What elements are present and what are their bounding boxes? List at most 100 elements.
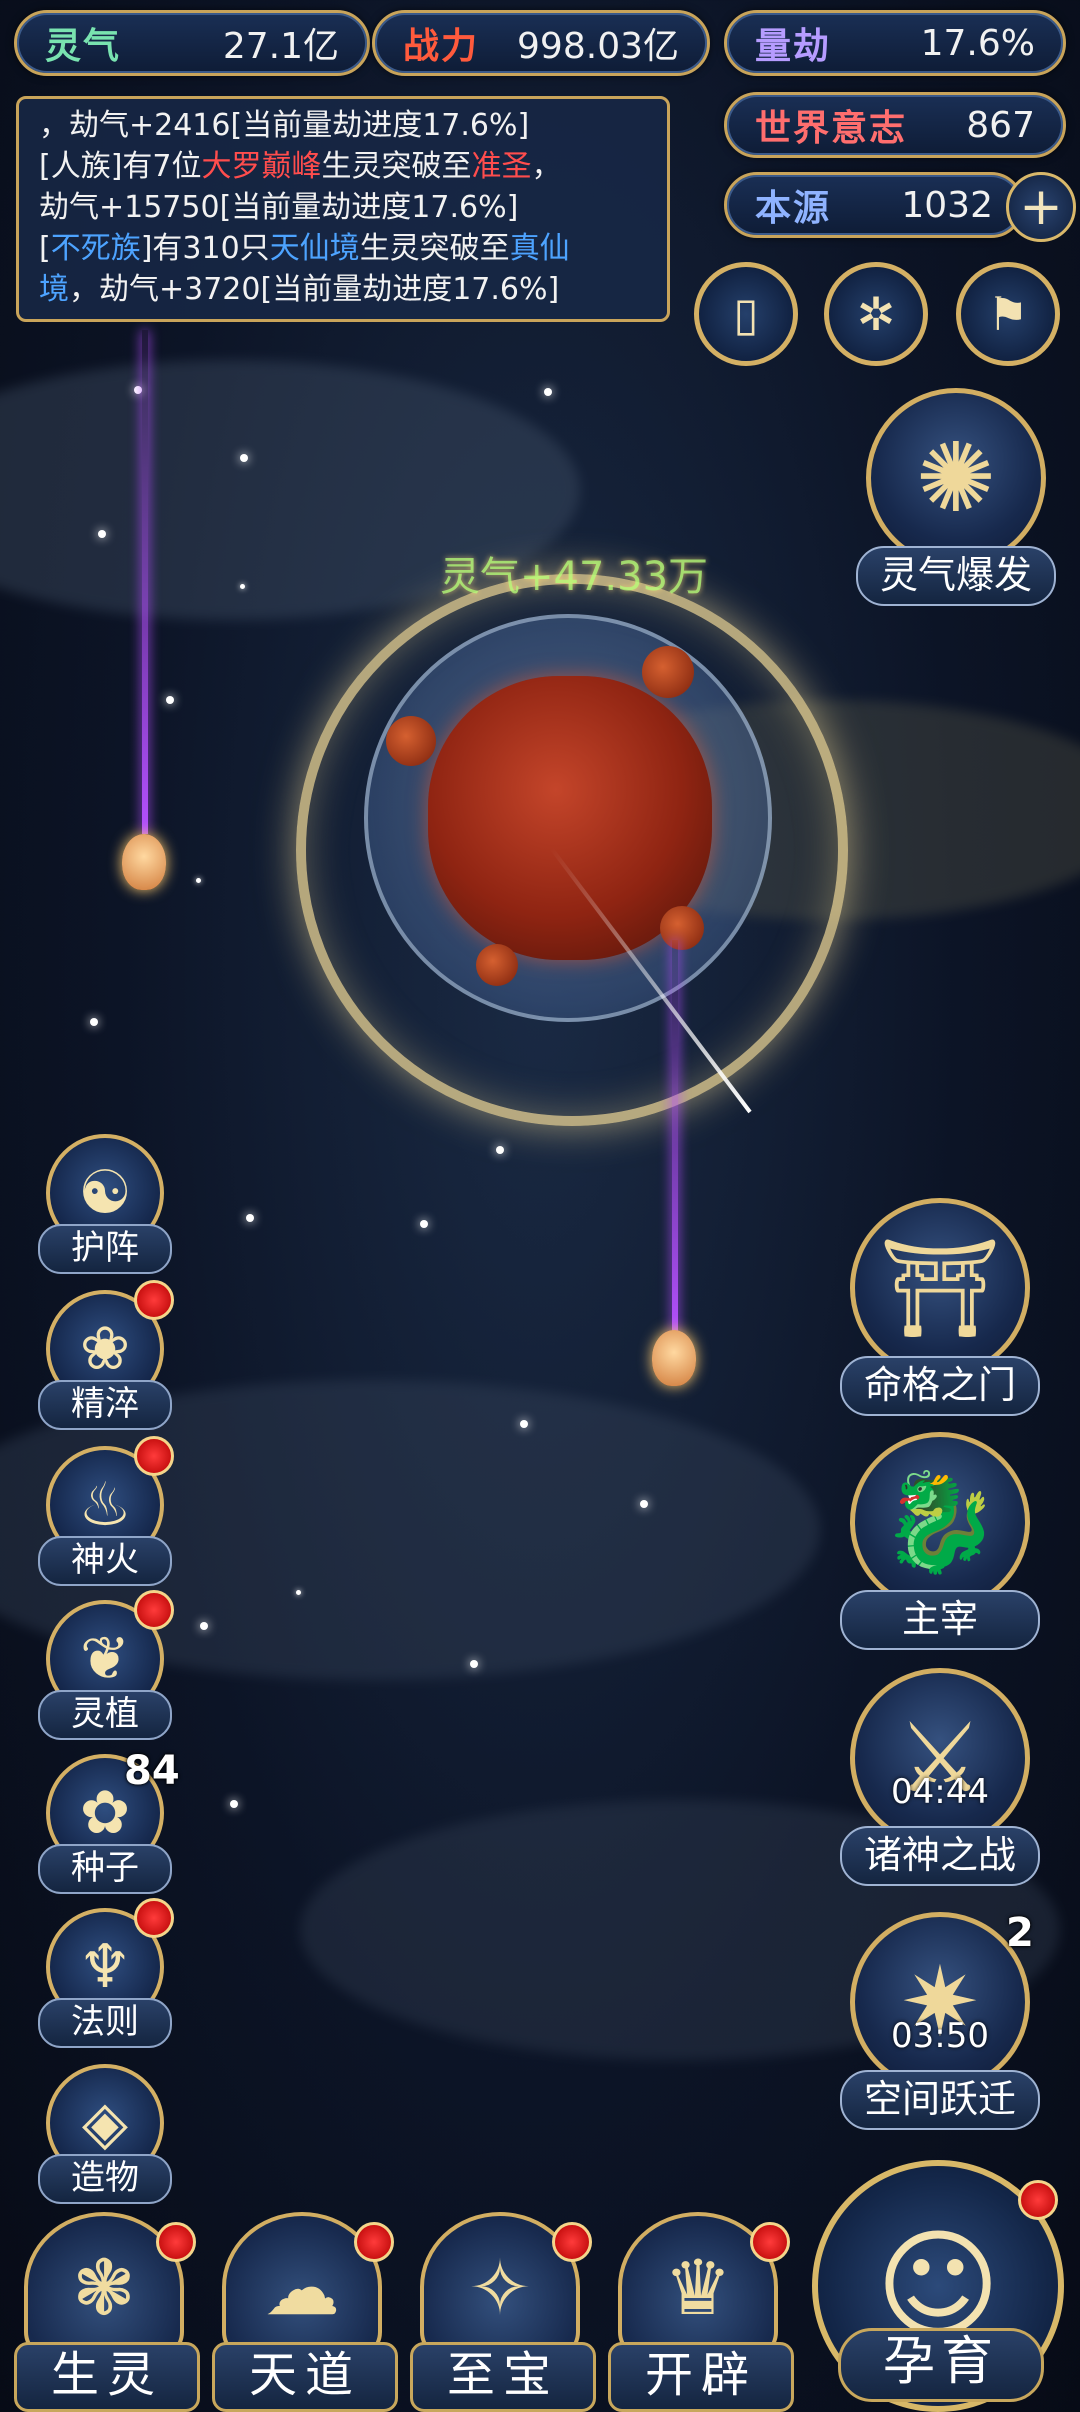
seed-count-badge: 84: [124, 1748, 180, 1794]
stat-shijie-value: 867: [966, 104, 1035, 146]
stat-liangjie-label: 量劫: [755, 25, 832, 67]
open-label: 开辟: [608, 2342, 794, 2412]
seed-button[interactable]: ✿ 种子 84: [38, 1748, 180, 1894]
star: [246, 1214, 254, 1222]
sword-icon: ⚔: [850, 1668, 1030, 1848]
star: [240, 454, 248, 462]
add-benyuan-button[interactable]: +: [1006, 172, 1076, 242]
heaven-dao-button[interactable]: ☁ 天道: [212, 2212, 398, 2412]
space-jump-count: 2: [1006, 1910, 1034, 1956]
treasure-label: 至宝: [410, 2342, 596, 2412]
gods-war-label: 诸神之战: [840, 1826, 1040, 1886]
notification-dot: [134, 1280, 174, 1320]
refine-button[interactable]: ❀ 精淬: [38, 1280, 174, 1430]
ruler-label: 主宰: [840, 1590, 1040, 1650]
seed-label: 种子: [38, 1844, 172, 1894]
log-text-blue: 天仙境: [269, 231, 360, 266]
stat-benyuan[interactable]: 本源 1032: [724, 172, 1024, 238]
log-line: 劫气+15750[当前量劫进度17.6%]: [39, 187, 647, 228]
log-text: ，: [531, 149, 562, 184]
log-text-red: 大罗巅峰: [201, 149, 322, 184]
card-icon: ▯: [733, 287, 759, 341]
moon: [476, 944, 518, 986]
protect-array-button[interactable]: ☯ 护阵: [38, 1134, 172, 1274]
log-text: ，劫气+2416[当前量劫进度17.6%]: [39, 108, 530, 143]
fire-label: 神火: [38, 1536, 172, 1586]
create-button[interactable]: ◈ 造物: [38, 2064, 172, 2204]
stat-zhanli-value: 998.03亿: [517, 26, 679, 67]
notification-dot: [354, 2222, 394, 2262]
star: [90, 1018, 98, 1026]
ruler-button[interactable]: 🐉 主宰: [840, 1432, 1040, 1650]
log-line: [人族]有7位大罗巅峰生灵突破至准圣，: [39, 146, 647, 187]
divine-fire-button[interactable]: ♨ 神火: [38, 1436, 174, 1586]
moon: [386, 716, 436, 766]
heaven-label: 天道: [212, 2342, 398, 2412]
space-jump-button[interactable]: ✷ 03:50 空间跃迁 2: [840, 1910, 1040, 2130]
energy-beam: [672, 940, 678, 1336]
log-line: [不死族]有310只天仙境生灵突破至真仙: [39, 228, 647, 269]
log-text: 生灵突破至: [359, 231, 510, 266]
card-button[interactable]: ▯: [694, 262, 798, 366]
star: [470, 1660, 478, 1668]
gate-icon: ⛩: [850, 1198, 1030, 1378]
stat-zhanli-label: 战力: [403, 25, 480, 67]
stat-liangjie[interactable]: 量劫 17.6%: [724, 10, 1066, 76]
stat-shijie[interactable]: 世界意志 867: [724, 92, 1066, 158]
burst-icon: ✺: [866, 388, 1046, 568]
notification-dot: [750, 2222, 790, 2262]
star: [420, 1220, 428, 1228]
log-text: 生灵突破至: [321, 149, 472, 184]
fate-label: 命格之门: [840, 1356, 1040, 1416]
fate-gate-button[interactable]: ⛩ 命格之门: [840, 1198, 1040, 1416]
plant-label: 灵植: [38, 1690, 172, 1740]
notification-dot: [134, 1590, 174, 1630]
event-log[interactable]: ，劫气+2416[当前量劫进度17.6%] [人族]有7位大罗巅峰生灵突破至准圣…: [16, 96, 670, 322]
log-text-blue: 真仙: [509, 231, 570, 266]
star: [200, 1622, 208, 1630]
burst-label: 灵气爆发: [856, 546, 1056, 606]
sun-icon: ✷: [850, 1912, 1030, 2092]
star: [240, 584, 245, 589]
nurture-button[interactable]: ☺ 孕育: [812, 2160, 1070, 2412]
nurture-label: 孕育: [838, 2328, 1044, 2402]
log-text-red: 准圣: [471, 149, 532, 184]
log-text: [: [39, 231, 51, 266]
stat-shijie-label: 世界意志: [755, 107, 908, 149]
portal-button[interactable]: ✲: [824, 262, 928, 366]
space-jump-label: 空间跃迁: [840, 2070, 1040, 2130]
moon: [642, 646, 694, 698]
space-jump-timer: 03:50: [891, 2016, 989, 2056]
stat-liangjie-value: 17.6%: [920, 22, 1035, 64]
stat-lingqi-label: 灵气: [45, 25, 122, 67]
law-button[interactable]: ♆ 法则: [38, 1898, 174, 2048]
log-text-blue: 境: [39, 272, 69, 307]
spirit-plant-button[interactable]: ❦ 灵植: [38, 1590, 174, 1740]
star: [544, 388, 552, 396]
notification-dot: [1018, 2180, 1058, 2220]
lingqi-burst-button[interactable]: ✺ 灵气爆发: [856, 388, 1056, 606]
star: [98, 530, 106, 538]
stat-lingqi-value: 27.1亿: [222, 26, 339, 67]
treasure-button[interactable]: ✧ 至宝: [410, 2212, 596, 2412]
log-text: [人族]有7位: [39, 149, 202, 184]
moon: [660, 906, 704, 950]
law-label: 法则: [38, 1998, 172, 2048]
log-line: ，劫气+2416[当前量劫进度17.6%]: [39, 105, 647, 146]
notification-dot: [134, 1436, 174, 1476]
open-world-button[interactable]: ♛ 开辟: [608, 2212, 794, 2412]
notification-dot: [134, 1898, 174, 1938]
creature-button[interactable]: ❃ 生灵: [14, 2212, 200, 2412]
flag-button[interactable]: ⚑: [956, 262, 1060, 366]
log-text: ]有310只: [140, 231, 270, 266]
star: [296, 1590, 301, 1595]
spirit-seed[interactable]: [652, 1330, 696, 1386]
create-label: 造物: [38, 2154, 172, 2204]
spirit-seed[interactable]: [122, 834, 166, 890]
portal-icon: ✲: [856, 287, 896, 341]
log-text: 劫气+15750[当前量劫进度17.6%]: [39, 190, 519, 225]
dragon-icon: 🐉: [850, 1432, 1030, 1612]
notification-dot: [552, 2222, 592, 2262]
gods-war-timer: 04:44: [891, 1772, 989, 1812]
gods-war-button[interactable]: ⚔ 04:44 诸神之战: [840, 1668, 1040, 1886]
